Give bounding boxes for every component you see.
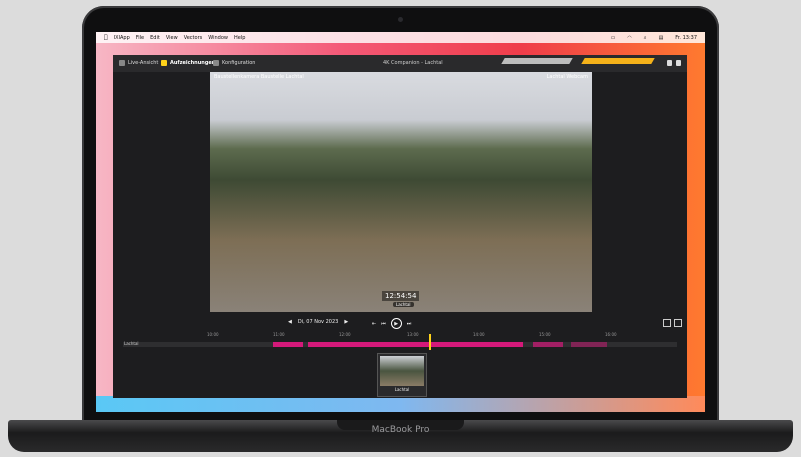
search-icon[interactable]: ⌕ bbox=[644, 35, 647, 41]
wifi-icon[interactable]: ◠ bbox=[627, 35, 631, 41]
recording-segment[interactable] bbox=[273, 342, 303, 347]
playback-date[interactable]: Di, 07 Nov 2023 bbox=[298, 319, 338, 325]
thumbnail-label: Lachtal bbox=[394, 387, 410, 392]
timeline-track[interactable]: Lachtal bbox=[123, 341, 677, 347]
tab-configuration[interactable]: Konfiguration bbox=[213, 60, 255, 66]
menu-vectors[interactable]: Vectors bbox=[184, 35, 203, 41]
tick-label: 13:00 bbox=[407, 332, 419, 337]
layout-icon[interactable] bbox=[674, 319, 682, 327]
recordings-icon bbox=[161, 60, 167, 66]
gear-icon bbox=[213, 60, 219, 66]
rewind-icon[interactable]: ⏮ bbox=[381, 321, 386, 327]
tab-live-view[interactable]: Live-Ansicht bbox=[119, 60, 158, 66]
video-overlay-left: Baustellenkamera Baustelle Lachtal bbox=[214, 74, 304, 80]
recording-segment[interactable] bbox=[571, 342, 607, 347]
forward-icon[interactable]: ⏭ bbox=[407, 321, 412, 327]
app-toolbar: Live-Ansicht Aufzeichnungen Konfiguratio… bbox=[113, 55, 687, 72]
menu-help[interactable]: Help bbox=[234, 35, 245, 41]
menu-app[interactable]: IXIApp bbox=[114, 35, 130, 41]
video-timestamp: 12:54:54 bbox=[382, 291, 420, 301]
video-camera-label: Lachtal bbox=[393, 302, 414, 307]
video-overlay-right: Lachtal Webcam bbox=[546, 74, 588, 80]
tick-label: 11:00 bbox=[273, 332, 285, 337]
camera-video[interactable]: Baustellenkamera Baustelle Lachtal Lacht… bbox=[210, 72, 592, 312]
control-center-icon[interactable]: ▤ bbox=[659, 35, 664, 41]
app-window: Live-Ansicht Aufzeichnungen Konfiguratio… bbox=[113, 55, 687, 398]
timeline-ticks: 10:00 11:00 12:00 13:00 14:00 15:00 16:0… bbox=[113, 332, 687, 342]
export-icon[interactable] bbox=[663, 319, 671, 327]
laptop-brand: MacBook Pro bbox=[371, 425, 430, 435]
play-button[interactable]: ▶ bbox=[390, 318, 402, 329]
decor-stripe bbox=[501, 58, 573, 64]
live-view-icon bbox=[119, 60, 125, 66]
thumbnail-image bbox=[380, 356, 424, 386]
window-title: 4K Companion - Lachtal bbox=[383, 60, 443, 66]
info-icon[interactable] bbox=[676, 60, 681, 66]
menu-file[interactable]: File bbox=[136, 35, 144, 41]
wallpaper-bottom bbox=[96, 396, 705, 412]
menu-clock[interactable]: Fr. 13:37 bbox=[675, 35, 697, 41]
menu-edit[interactable]: Edit bbox=[150, 35, 160, 41]
decor-stripe-accent bbox=[581, 58, 655, 64]
camera-thumbnail[interactable]: Lachtal bbox=[377, 353, 427, 397]
menu-window[interactable]: Window bbox=[208, 35, 228, 41]
menu-bar:  IXIApp File Edit View Vectors Window H… bbox=[96, 32, 705, 43]
tick-label: 12:00 bbox=[339, 332, 351, 337]
tick-label: 16:00 bbox=[605, 332, 617, 337]
next-day-icon[interactable]: ▶ bbox=[344, 319, 348, 325]
playhead[interactable] bbox=[429, 334, 431, 350]
menu-view[interactable]: View bbox=[166, 35, 178, 41]
battery-icon[interactable]: ▭ bbox=[611, 35, 616, 41]
recording-segment[interactable] bbox=[308, 342, 523, 347]
tick-label: 14:00 bbox=[473, 332, 485, 337]
camera-dot bbox=[398, 17, 403, 22]
tick-label: 15:00 bbox=[539, 332, 551, 337]
prev-day-icon[interactable]: ◀ bbox=[288, 319, 292, 325]
notification-icon[interactable] bbox=[667, 60, 672, 66]
playback-controls: ◀ Di, 07 Nov 2023 ▶ ⇤ ⏮ ▶ ⏭ 10:00 11:00 … bbox=[113, 312, 687, 398]
apple-icon[interactable]:  bbox=[104, 34, 108, 41]
skip-back-icon[interactable]: ⇤ bbox=[372, 321, 376, 327]
recording-segment[interactable] bbox=[533, 342, 563, 347]
track-label: Lachtal bbox=[124, 341, 139, 346]
tick-label: 10:00 bbox=[207, 332, 219, 337]
tab-recordings[interactable]: Aufzeichnungen bbox=[161, 60, 215, 66]
